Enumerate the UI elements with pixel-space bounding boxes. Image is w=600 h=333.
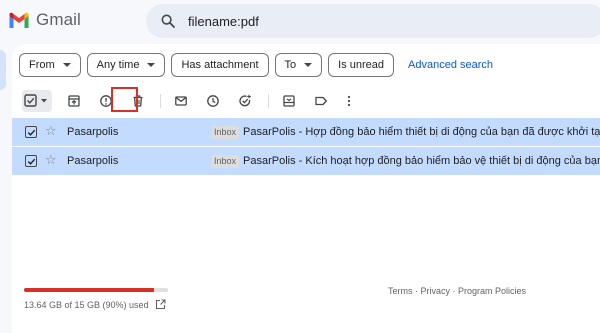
label-icon (315, 96, 327, 106)
message-sender: Pasarpolis (67, 126, 119, 138)
storage-usage-text: 13.64 GB of 15 GB (90%) used (24, 299, 149, 310)
star-icon[interactable]: ☆ (45, 124, 57, 137)
filter-chip-label: From (29, 59, 55, 71)
footer-links[interactable]: Terms · Privacy · Program Policies (388, 286, 526, 296)
storage-usage-fill (24, 288, 154, 292)
filter-chip-is-unread[interactable]: Is unread (328, 53, 395, 77)
search-input[interactable] (188, 13, 488, 29)
search-icon[interactable] (160, 13, 176, 29)
row-checkbox[interactable] (25, 126, 37, 138)
archive-button[interactable] (63, 90, 85, 112)
checkbox-checked-icon (24, 94, 47, 107)
gmail-logo[interactable]: Gmail (8, 10, 81, 30)
checkmark-icon (27, 129, 35, 136)
select-all-button[interactable] (22, 90, 52, 112)
inbox-label-badge: Inbox (211, 155, 240, 168)
table-row[interactable]: ☆ Pasarpolis Inbox PasarPolis - Kích hoạ… (12, 147, 600, 176)
chevron-down-icon (62, 63, 71, 67)
toolbar-divider (160, 94, 161, 108)
advanced-search-link[interactable]: Advanced search (408, 59, 493, 71)
app-name: Gmail (36, 10, 81, 29)
message-subject: PasarPolis - Kích hoạt hợp đồng bảo hiểm… (243, 155, 600, 167)
search-filter-chips: From Any time Has attachment To Is unrea… (19, 53, 493, 77)
search-bar[interactable] (146, 4, 600, 38)
message-toolbar (12, 88, 600, 114)
open-in-new-icon[interactable] (155, 299, 166, 310)
mark-unread-button[interactable] (170, 90, 192, 112)
filter-chip-label: Is unread (338, 59, 385, 71)
message-list: ☆ Pasarpolis Inbox PasarPolis - Hợp đồng… (12, 118, 600, 176)
table-row[interactable]: ☆ Pasarpolis Inbox PasarPolis - Hợp đồng… (12, 118, 600, 147)
move-to-icon (283, 95, 295, 107)
filter-chip-label: To (284, 59, 297, 71)
gmail-m-icon (9, 12, 29, 28)
filter-chip-any-time[interactable]: Any time (86, 53, 166, 77)
delete-button-highlight (111, 87, 138, 112)
chevron-down-icon (304, 63, 313, 67)
chevron-down-icon (147, 63, 156, 67)
app-header: Gmail (0, 0, 600, 44)
filter-chip-to[interactable]: To (274, 53, 323, 77)
filter-chip-label: Any time (96, 59, 140, 71)
move-to-button[interactable] (278, 90, 300, 112)
message-sender: Pasarpolis (67, 155, 119, 167)
star-icon[interactable]: ☆ (45, 153, 57, 166)
add-to-tasks-icon (239, 94, 251, 107)
toolbar-divider (268, 94, 269, 108)
nav-rail-active-indicator (0, 50, 6, 90)
inbox-label-badge: Inbox (211, 126, 240, 139)
mark-unread-icon (175, 96, 187, 106)
more-options-icon (347, 95, 351, 107)
storage-usage: 13.64 GB of 15 GB (90%) used (24, 299, 166, 310)
filter-chip-has-attachment[interactable]: Has attachment (171, 53, 269, 77)
row-checkbox[interactable] (25, 155, 37, 167)
snooze-icon (207, 95, 219, 107)
storage-usage-bar (24, 288, 168, 292)
message-subject: PasarPolis - Hợp đồng bảo hiểm thiết bị … (243, 126, 600, 138)
checkmark-icon (27, 158, 35, 165)
more-options-button[interactable] (338, 90, 360, 112)
snooze-button[interactable] (202, 90, 224, 112)
add-to-tasks-button[interactable] (234, 90, 256, 112)
label-button[interactable] (310, 90, 332, 112)
archive-icon (68, 95, 80, 107)
filter-chip-label: Has attachment (181, 59, 259, 71)
filter-chip-from[interactable]: From (19, 53, 81, 77)
